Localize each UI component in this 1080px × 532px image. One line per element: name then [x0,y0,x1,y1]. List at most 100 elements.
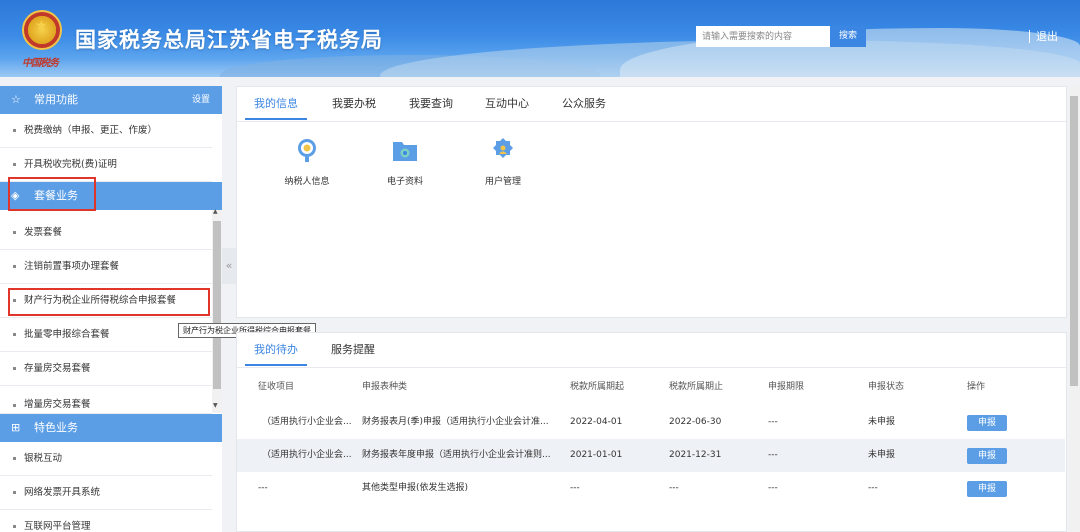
sidebar-item-label: 税费缴纳（申报、更正、作废） [24,125,158,136]
sidebar-item-new-house-package[interactable]: 增量房交易套餐 [0,386,212,414]
bullet-icon [13,265,16,268]
tab-query[interactable]: 我要查询 [399,87,463,120]
table-cell: --- [768,417,778,427]
todo-panel: 我的待办 服务提醒 征收项目 申报表种类 税款所属期起 税款所属期止 申报期限 … [236,332,1067,532]
column-header: 税款所属期起 [570,382,625,392]
section-title: 常用功能 [34,93,78,106]
tab-divider [237,367,1066,368]
tab-my-info[interactable]: 我的信息 [245,87,307,120]
tab-service-reminder[interactable]: 服务提醒 [321,333,385,366]
table-row: （适用执行小企业会... 财务报表年度申报（适用执行小企业会计准则... 202… [237,439,1065,472]
settings-link[interactable]: 设置 [192,86,210,114]
sidebar-item-label: 银税互动 [24,453,63,464]
bullet-icon [13,367,16,370]
table-row: （适用执行小企业会... 财务报表月(季)申报（适用执行小企业会计准... 20… [237,406,1065,439]
table-cell: 财务报表月(季)申报（适用执行小企业会计准... [362,417,549,427]
table-cell: --- [258,483,268,493]
column-header: 征收项目 [258,382,295,392]
scroll-up-arrow-icon[interactable]: ▲ [213,208,218,215]
table-cell: （适用执行小企业会... [262,450,352,460]
tax-emblem-icon: ★ [22,10,62,50]
app-label: 电子资料 [386,177,423,187]
logout-link[interactable]: 退出 [1029,30,1058,43]
sidebar-item-label: 网络发票开具系统 [24,487,101,498]
column-header: 税款所属期止 [669,382,724,392]
site-title: 国家税务总局江苏省电子税务局 [75,28,383,52]
tab-handle-tax[interactable]: 我要办税 [321,87,387,120]
table-cell: 2021-12-31 [669,450,722,460]
bullet-icon [13,404,16,407]
highlight-box [8,177,96,211]
declare-button[interactable]: 申报 [967,448,1007,464]
column-header: 申报状态 [868,382,905,392]
table-cell: 其他类型申报(依发生选报) [362,483,469,493]
bullet-icon [13,333,16,336]
site-header: ★ 中国税务 国家税务总局江苏省电子税务局 搜索 退出 [0,0,1080,77]
table-cell: --- [570,483,580,493]
column-header: 操作 [967,382,986,392]
bullet-icon [13,457,16,460]
collapse-sidebar-icon[interactable]: « [222,248,236,284]
page-scrollbar-thumb[interactable] [1070,96,1078,386]
bullet-icon [13,163,16,166]
taxpayer-info-icon [298,139,316,162]
tab-public-service[interactable]: 公众服务 [551,87,617,120]
sidebar-section-common[interactable]: ☆ 常用功能 设置 [0,86,222,114]
table-cell: （适用执行小企业会... [262,417,352,427]
sidebar-item-deregistration-package[interactable]: 注销前置事项办理套餐 [0,250,212,284]
sidebar-item-platform-management[interactable]: 互联网平台管理 [0,510,212,532]
app-label: 用户管理 [484,177,521,187]
folder-icon [393,142,417,161]
star-icon: ☆ [11,93,21,106]
table-cell: --- [669,483,679,493]
app-taxpayer-info[interactable]: 纳税人信息 [272,137,342,187]
sidebar-item-label: 存量房交易套餐 [24,363,91,374]
highlight-box [8,288,210,316]
table-cell: --- [768,450,778,460]
grid-icon: ⊞ [11,421,21,434]
sidebar-item-label: 注销前置事项办理套餐 [24,261,120,272]
sidebar-item-tax-payment[interactable]: 税费缴纳（申报、更正、作废） [0,114,212,148]
page-scrollbar[interactable] [1069,86,1080,532]
scroll-down-arrow-icon[interactable]: ▼ [213,402,218,409]
bullet-icon [13,525,16,528]
sidebar-item-bank-tax[interactable]: 银税互动 [0,442,212,476]
column-header: 申报表种类 [362,382,408,392]
sidebar-item-label: 发票套餐 [24,227,63,238]
table-cell: 未申报 [868,450,896,460]
table-cell: 未申报 [868,417,896,427]
bullet-icon [13,231,16,234]
sidebar-item-existing-house-package[interactable]: 存量房交易套餐 [0,352,212,386]
info-panel: 我的信息 我要办税 我要查询 互动中心 公众服务 纳税人信息 电子资料 用户管理 [236,86,1067,318]
user-gear-icon [493,138,513,158]
app-user-management[interactable]: 用户管理 [468,137,538,187]
search-button[interactable]: 搜索 [830,26,866,47]
sidebar-section-special[interactable]: ⊞ 特色业务 [0,414,222,442]
tab-divider [237,121,1066,122]
sidebar-item-label: 开具税收完税(费)证明 [24,159,117,170]
app-electronic-docs[interactable]: 电子资料 [370,137,440,187]
declare-button[interactable]: 申报 [967,415,1007,431]
sidebar-item-label: 增量房交易套餐 [24,399,91,410]
sidebar-item-online-invoice[interactable]: 网络发票开具系统 [0,476,212,510]
tab-my-todo[interactable]: 我的待办 [245,333,307,366]
app-label: 纳税人信息 [284,177,330,187]
package-scrollbar-thumb[interactable] [213,221,221,389]
sidebar-item-label: 批量零申报综合套餐 [24,329,110,340]
table-cell: 财务报表年度申报（适用执行小企业会计准则... [362,450,551,460]
sidebar-item-label: 互联网平台管理 [24,521,91,532]
table-cell: 2021-01-01 [570,450,623,460]
section-title: 特色业务 [34,421,78,434]
table-cell: --- [768,483,778,493]
table-row: --- 其他类型申报(依发生选报) --- --- --- --- 申报 [237,472,1065,505]
bullet-icon [13,491,16,494]
table-cell: --- [868,483,878,493]
emblem-signature: 中国税务 [22,58,59,69]
table-cell: 2022-06-30 [669,417,722,427]
search-input[interactable] [696,26,830,47]
tab-interaction[interactable]: 互动中心 [475,87,539,120]
sidebar-item-invoice-package[interactable]: 发票套餐 [0,216,212,250]
declare-button[interactable]: 申报 [967,481,1007,497]
column-header: 申报期限 [768,382,805,392]
table-cell: 2022-04-01 [570,417,623,427]
